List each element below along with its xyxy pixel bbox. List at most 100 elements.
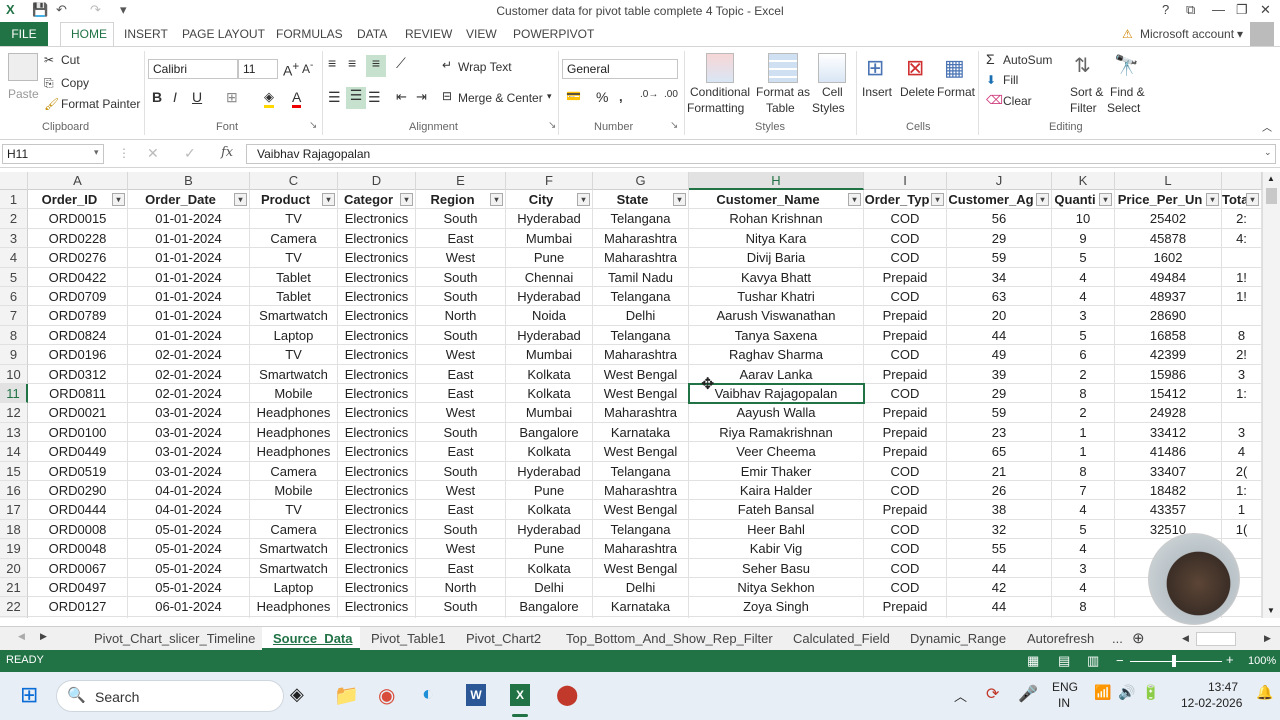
table-cell[interactable]: 4 bbox=[1052, 539, 1115, 559]
enter-entry-icon[interactable]: ✓ bbox=[184, 145, 196, 162]
table-cell[interactable]: Karnataka bbox=[593, 597, 689, 617]
header-cell[interactable]: Quanti ▾ bbox=[1052, 190, 1115, 210]
accounting-format-icon[interactable]: 💳 bbox=[566, 89, 581, 103]
borders-icon[interactable]: ⊞ bbox=[226, 89, 238, 106]
table-cell[interactable]: 42 bbox=[947, 578, 1052, 598]
filter-dropdown-icon[interactable]: ▾ bbox=[400, 193, 413, 206]
column-header[interactable]: F bbox=[506, 172, 593, 190]
recorder-icon[interactable]: ⬤ bbox=[556, 682, 578, 707]
table-cell[interactable]: South bbox=[416, 519, 506, 540]
conditional-formatting-label-2[interactable]: Formatting bbox=[687, 101, 744, 115]
table-cell[interactable]: 3 bbox=[1222, 364, 1262, 384]
add-sheet-icon[interactable]: ⊕ bbox=[1132, 629, 1145, 647]
table-cell[interactable]: Hyderabad bbox=[506, 461, 593, 481]
table-cell[interactable]: ORD0497 bbox=[28, 578, 128, 598]
formula-input[interactable]: Vaibhav Rajagopalan bbox=[246, 144, 1276, 164]
table-cell[interactable]: Nitya Kara bbox=[689, 228, 864, 249]
increase-font-icon[interactable]: A+ bbox=[283, 60, 299, 79]
table-cell[interactable]: Noida bbox=[506, 306, 593, 326]
table-cell[interactable]: Headphones bbox=[250, 442, 338, 462]
table-cell[interactable]: Bangalore bbox=[506, 422, 593, 443]
table-cell[interactable]: Electronics bbox=[338, 364, 416, 384]
row-number[interactable]: 10 bbox=[0, 364, 28, 384]
table-cell[interactable]: 1602 bbox=[1115, 248, 1222, 268]
table-cell[interactable]: 02-01-2024 bbox=[128, 364, 250, 384]
table-cell[interactable]: South bbox=[416, 461, 506, 481]
more-sheets-button[interactable]: ... bbox=[1112, 631, 1123, 646]
copy-icon[interactable]: ⎘ bbox=[44, 76, 54, 91]
table-cell[interactable]: Kavya Bhatt bbox=[689, 267, 864, 287]
table-cell[interactable]: North bbox=[416, 306, 506, 326]
find-select-label-1[interactable]: Find & bbox=[1110, 85, 1145, 99]
cancel-entry-icon[interactable]: ✕ bbox=[147, 145, 159, 162]
zoom-slider[interactable] bbox=[1130, 661, 1222, 662]
table-cell[interactable]: Camera bbox=[250, 616, 338, 618]
table-cell[interactable]: COD bbox=[864, 209, 947, 229]
table-cell[interactable]: Raghav Sharma bbox=[689, 345, 864, 365]
row-number[interactable]: 2 bbox=[0, 209, 28, 229]
table-cell[interactable]: Pune bbox=[506, 539, 593, 559]
h-scroll-right-icon[interactable]: ▶ bbox=[1264, 633, 1271, 644]
table-cell[interactable]: 2 bbox=[1052, 364, 1115, 384]
align-middle-icon[interactable]: ≡ bbox=[348, 55, 356, 71]
header-cell[interactable]: Order_Typ ▾ bbox=[864, 190, 947, 210]
header-cell[interactable]: Region ▾ bbox=[416, 190, 506, 210]
table-cell[interactable]: 02-01-2024 bbox=[128, 384, 250, 404]
wrap-text-button[interactable]: Wrap Text bbox=[458, 60, 512, 74]
sort-filter-label-1[interactable]: Sort & bbox=[1070, 85, 1103, 99]
fill-button[interactable]: Fill bbox=[1003, 73, 1018, 87]
table-cell[interactable]: 4 bbox=[1222, 442, 1262, 462]
table-cell[interactable]: Prepaid bbox=[864, 306, 947, 326]
table-cell[interactable]: ORD0021 bbox=[28, 403, 128, 423]
table-cell[interactable]: Electronics bbox=[338, 461, 416, 481]
table-cell[interactable]: 44 bbox=[947, 325, 1052, 346]
align-left-icon[interactable]: ☰ bbox=[328, 89, 341, 106]
cell-styles-icon[interactable] bbox=[818, 53, 846, 83]
table-cell[interactable]: Veer Cheema bbox=[689, 442, 864, 462]
table-cell[interactable]: Smartwatch bbox=[250, 364, 338, 384]
scroll-up-icon[interactable]: ▲ bbox=[1267, 174, 1275, 183]
table-cell[interactable]: West bbox=[416, 248, 506, 268]
maximize-icon[interactable]: ❐ bbox=[1236, 2, 1248, 18]
table-cell[interactable]: 59 bbox=[947, 403, 1052, 423]
row-number[interactable]: 21 bbox=[0, 578, 28, 598]
table-cell[interactable]: ORD0276 bbox=[28, 248, 128, 268]
table-cell[interactable]: 39 bbox=[947, 364, 1052, 384]
column-header[interactable]: K bbox=[1052, 172, 1115, 190]
table-cell[interactable]: 59 bbox=[947, 248, 1052, 268]
format-painter-button[interactable]: Format Painter bbox=[61, 97, 140, 111]
table-cell[interactable]: 6 bbox=[1052, 345, 1115, 365]
filter-dropdown-icon[interactable]: ▾ bbox=[848, 193, 861, 206]
font-name-select[interactable]: Calibri bbox=[148, 59, 238, 79]
table-cell[interactable]: Mobile bbox=[250, 384, 338, 404]
table-cell[interactable]: Nitya Sekhon bbox=[689, 578, 864, 598]
table-cell[interactable]: Electronics bbox=[338, 248, 416, 268]
font-size-select[interactable]: 11 bbox=[238, 59, 278, 79]
table-cell[interactable]: Telangana bbox=[593, 519, 689, 540]
table-cell[interactable] bbox=[1222, 306, 1262, 326]
font-dialog-icon[interactable]: ↘ bbox=[309, 120, 317, 131]
table-cell[interactable]: 2: bbox=[1222, 209, 1262, 229]
tab-file[interactable]: FILE bbox=[0, 22, 48, 46]
table-cell[interactable]: South bbox=[416, 422, 506, 443]
table-cell[interactable]: East bbox=[416, 500, 506, 520]
fill-icon[interactable]: ⬇ bbox=[986, 73, 996, 87]
table-cell[interactable]: Electronics bbox=[338, 325, 416, 346]
table-cell[interactable]: 4: bbox=[1222, 228, 1262, 249]
table-cell[interactable]: 29 bbox=[947, 384, 1052, 404]
next-sheet-icon[interactable]: ▶ bbox=[40, 631, 47, 642]
sheet-tab-autorefresh[interactable]: Autorefresh bbox=[1027, 631, 1094, 646]
table-cell[interactable]: 8 bbox=[1052, 461, 1115, 481]
table-cell[interactable]: COD bbox=[864, 519, 947, 540]
table-cell[interactable]: ORD0127 bbox=[28, 597, 128, 617]
file-explorer-icon[interactable]: 📁 bbox=[334, 683, 359, 708]
table-cell[interactable]: Maharashtra bbox=[593, 481, 689, 501]
table-cell[interactable]: Telangana bbox=[593, 325, 689, 346]
table-cell[interactable]: Electronics bbox=[338, 384, 416, 404]
table-cell[interactable]: Laptop bbox=[250, 578, 338, 598]
table-cell[interactable]: 44 bbox=[947, 597, 1052, 617]
avatar[interactable] bbox=[1250, 22, 1274, 46]
table-cell[interactable]: 10 bbox=[1052, 616, 1115, 618]
table-cell[interactable]: Electronics bbox=[338, 442, 416, 462]
filter-dropdown-icon[interactable]: ▾ bbox=[1036, 193, 1049, 206]
